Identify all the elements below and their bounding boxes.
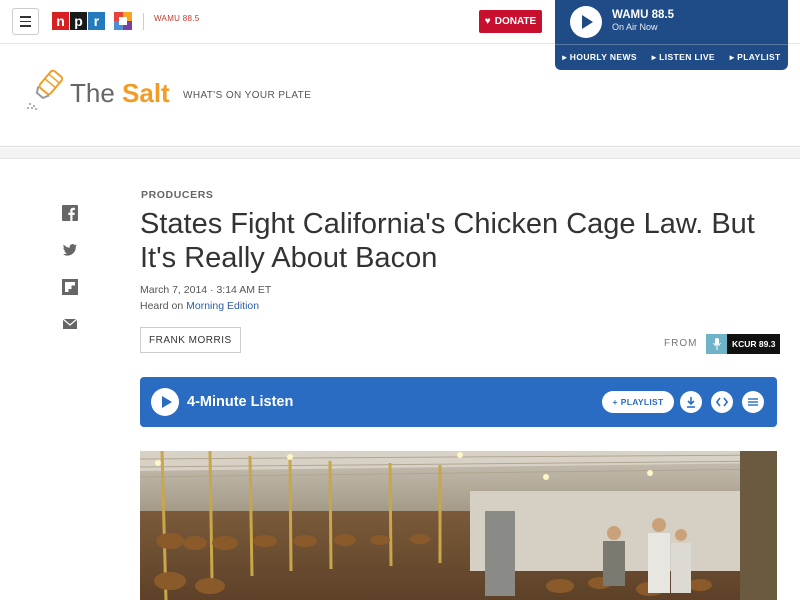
npr-logo-r: r: [88, 12, 105, 30]
article-headline: States Fight California's Chicken Cage L…: [140, 208, 755, 274]
plus-icon: +: [612, 397, 618, 407]
add-to-playlist-button[interactable]: + PLAYLIST: [602, 391, 674, 413]
blog-title-the: The: [70, 78, 123, 108]
article-photo-chicken-barn[interactable]: [140, 451, 777, 600]
heard-on: Heard on Morning Edition: [140, 300, 259, 312]
donate-button[interactable]: ♥ DONATE: [479, 10, 542, 33]
member-station-logo[interactable]: KCUR 89.3: [706, 334, 781, 354]
audio-player: 4-Minute Listen + PLAYLIST: [140, 377, 777, 427]
article-slug[interactable]: PRODUCERS: [141, 189, 214, 201]
npr-one-cube-icon[interactable]: [114, 12, 132, 30]
download-icon: [687, 396, 695, 408]
playlist-button-label: PLAYLIST: [620, 397, 664, 407]
blog-title-salt: Salt: [122, 78, 170, 108]
salt-shaker-icon[interactable]: [24, 64, 70, 110]
blog-tagline: WHAT'S ON YOUR PLATE: [183, 90, 312, 101]
wamu-logo-text: WAMU: [154, 14, 181, 23]
article-date: March 7, 2014 · 3:14 AM ET: [140, 284, 272, 296]
player-status: On Air Now: [612, 22, 658, 32]
transcript-icon: [748, 398, 758, 406]
player-station-name: WAMU 88.5: [612, 9, 674, 21]
email-icon[interactable]: [62, 316, 78, 332]
program-link[interactable]: Morning Edition: [186, 300, 259, 312]
author-byline[interactable]: FRANK MORRIS: [140, 327, 241, 353]
audio-play-button[interactable]: [151, 388, 179, 416]
header-divider-strip: [0, 148, 800, 159]
logo-divider: [143, 13, 144, 30]
live-play-button[interactable]: [570, 6, 602, 38]
microphone-icon: [706, 334, 727, 354]
npr-logo-n: n: [52, 12, 69, 30]
blog-title[interactable]: The Salt: [70, 78, 170, 109]
heart-icon: ♥: [484, 16, 491, 27]
audio-title: 4-Minute Listen: [187, 394, 294, 410]
hamburger-icon-line: [20, 20, 31, 23]
npr-logo-p: p: [70, 12, 87, 30]
download-button[interactable]: [680, 391, 702, 413]
hamburger-icon-line: [20, 16, 31, 18]
wamu-station-logo[interactable]: WAMU 88.5: [154, 14, 200, 23]
embed-button[interactable]: [711, 391, 733, 413]
heard-on-prefix: Heard on: [140, 300, 187, 312]
donate-label: DONATE: [494, 16, 537, 27]
from-label: FROM: [664, 338, 698, 349]
station-name: KCUR 89.3: [727, 334, 781, 354]
wamu-logo-freq: 88.5: [182, 14, 200, 23]
embed-icon: [716, 397, 728, 407]
transcript-button[interactable]: [742, 391, 764, 413]
npr-logo[interactable]: n p r: [52, 12, 106, 30]
flipboard-icon[interactable]: [62, 279, 78, 295]
twitter-icon[interactable]: [62, 242, 78, 258]
hamburger-icon-line: [20, 25, 31, 27]
facebook-icon[interactable]: [62, 205, 78, 221]
blog-header: The Salt WHAT'S ON YOUR PLATE: [0, 44, 800, 147]
menu-button[interactable]: [12, 8, 39, 35]
